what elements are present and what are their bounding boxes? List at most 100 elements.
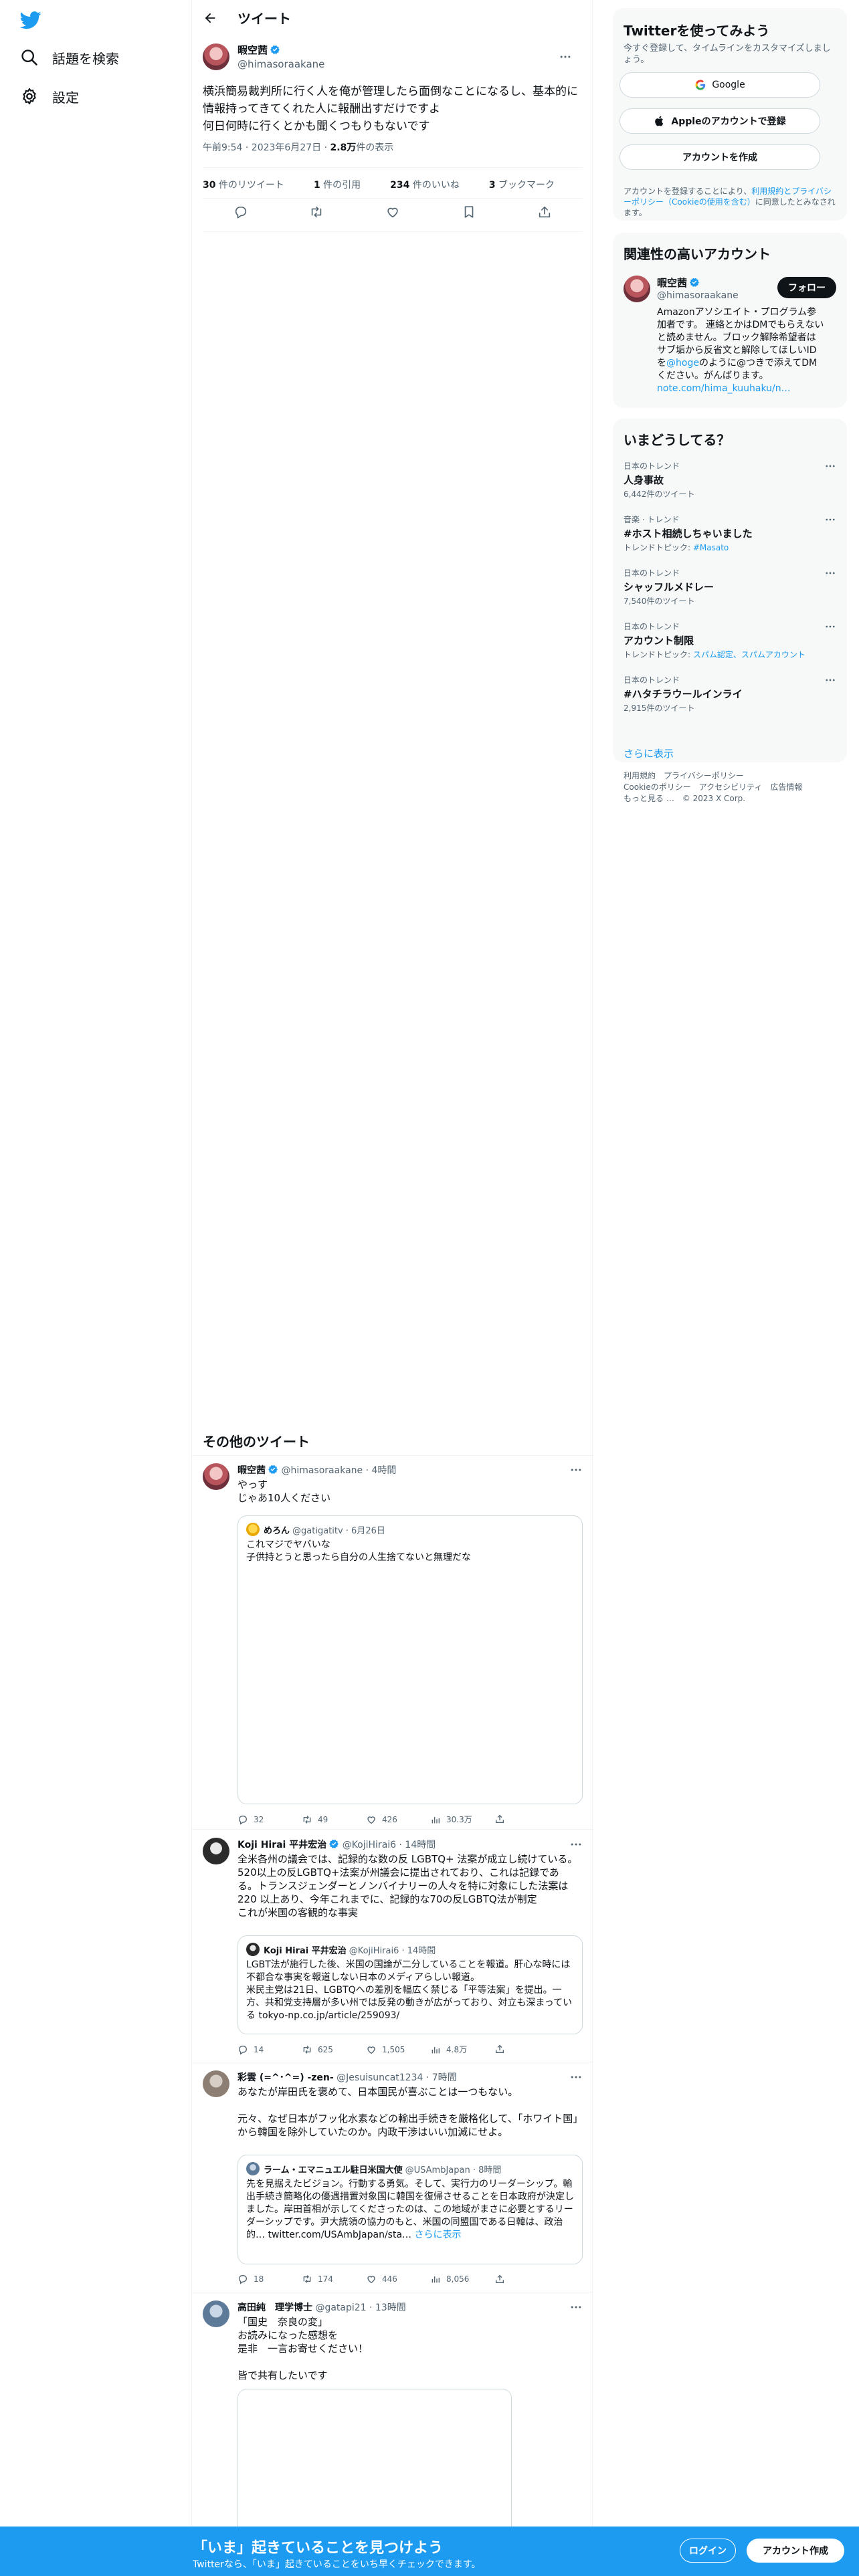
- trend-context: 日本のトレンド: [624, 675, 680, 685]
- nav-settings-label: 設定: [52, 89, 79, 106]
- tweet-time[interactable]: 午前9:54 · 2023年6月27日 ·: [203, 142, 330, 153]
- nav-settings[interactable]: 設定: [20, 82, 79, 111]
- footer-link-privacy[interactable]: プライバシーポリシー: [664, 771, 744, 780]
- share-icon[interactable]: [494, 2044, 505, 2054]
- trend-topic-prefix: トレンドトピック:: [624, 543, 693, 552]
- author-handle[interactable]: @gatapi21 · 13時間: [315, 2302, 405, 2313]
- twitter-bird-icon[interactable]: [20, 9, 41, 31]
- like-count: 426: [382, 1814, 397, 1824]
- retweet-icon: [303, 2275, 311, 2283]
- more-icon[interactable]: [824, 621, 836, 633]
- related-account-name[interactable]: 暇空茜: [657, 276, 700, 290]
- retweets-stat[interactable]: 30 件のリツイート: [203, 178, 299, 191]
- quote-header: めろん @gatigatitv · 6月26日: [246, 1523, 385, 1536]
- trend-item[interactable]: 日本のトレンド シャッフルメドレー 7,540件のツイート: [624, 567, 836, 607]
- show-more-link[interactable]: さらに表示: [414, 2230, 461, 2240]
- trend-item[interactable]: 音楽 · トレンド #ホスト相続しちゃいました トレンドトピック: #Masat…: [624, 514, 836, 553]
- trend-name: アカウント制限: [624, 635, 694, 647]
- avatar[interactable]: [203, 1463, 229, 1490]
- related-account-handle[interactable]: @himasoraakane: [657, 290, 739, 301]
- share-icon[interactable]: [494, 2274, 505, 2284]
- quotes-stat[interactable]: 1 件の引用: [314, 178, 375, 191]
- share-icon[interactable]: [494, 1814, 505, 1824]
- trend-item[interactable]: 日本のトレンド #ハタチラウールインライ 2,915件のツイート: [624, 674, 836, 714]
- retweet-icon[interactable]: [309, 205, 324, 219]
- footer-links: 利用規約 プライバシーポリシー Cookieのポリシー アクセシビリティ 広告情報 も…: [624, 770, 836, 804]
- signup-card: Twitterを使ってみよう 今すぐ登録して、タイムラインをカスタマイズしましょ…: [613, 8, 847, 221]
- likes-stat[interactable]: 234 件のいいね: [390, 178, 474, 191]
- reply-button[interactable]: 32: [237, 1814, 302, 1825]
- footer-link-more[interactable]: もっと見る …: [624, 794, 674, 803]
- more-icon[interactable]: [569, 1838, 583, 1851]
- avatar[interactable]: [624, 276, 650, 302]
- more-icon[interactable]: [824, 514, 836, 526]
- bio-mention-link[interactable]: @hoge: [666, 358, 699, 368]
- google-signup-button[interactable]: Google: [619, 72, 820, 98]
- avatar[interactable]: [203, 43, 229, 70]
- apple-signup-button[interactable]: Appleのアカウントで登録: [619, 108, 820, 134]
- reply-icon[interactable]: [233, 205, 248, 219]
- author-handle[interactable]: @himasoraakane: [237, 58, 324, 70]
- bio-url-link[interactable]: note.com/hima_kuuhaku/n…: [657, 383, 791, 394]
- more-icon[interactable]: [559, 50, 572, 64]
- author-name-link[interactable]: 暇空茜: [237, 43, 324, 57]
- footer-link-cookies[interactable]: Cookieのポリシー: [624, 782, 691, 792]
- related-account-bio: Amazonアソシエイト・プログラム参加者です。 連絡とかはDMでもらえないと読…: [657, 306, 824, 395]
- show-more-link[interactable]: さらに表示: [624, 746, 674, 760]
- footer-link-terms[interactable]: 利用規約: [624, 771, 656, 780]
- list-item[interactable]: 彩雲 (=^･^=) -zen- @Jesuisuncat1234 · 7時間 …: [192, 2062, 593, 2292]
- like-button[interactable]: 426: [366, 1814, 430, 1825]
- bookmark-icon[interactable]: [462, 205, 476, 219]
- back-arrow-icon[interactable]: [203, 11, 217, 25]
- quoted-tweet[interactable]: ラーム・エマニュエル駐日米国大使 @USAmbJapan · 8時間 先を見据えた…: [237, 2155, 583, 2264]
- author-handle[interactable]: @Jesuisuncat1234 · 7時間: [337, 2072, 457, 2083]
- copyright: © 2023 X Corp.: [682, 794, 746, 803]
- share-icon[interactable]: [537, 205, 552, 219]
- retweet-button[interactable]: 625: [302, 2044, 366, 2055]
- avatar[interactable]: [203, 2070, 229, 2097]
- more-icon[interactable]: [569, 2070, 583, 2084]
- nav-explore[interactable]: 話題を検索: [20, 43, 119, 72]
- trend-topic-link[interactable]: #Masato: [693, 543, 729, 552]
- author-name[interactable]: 彩雲 (=^･^=) -zen-: [237, 2072, 334, 2083]
- more-icon[interactable]: [824, 460, 836, 472]
- views-button[interactable]: 4.8万: [430, 2044, 494, 2055]
- list-item[interactable]: 暇空茜 @himasoraakane · 4時間 やっす じゃあ10人ください …: [192, 1455, 593, 1830]
- more-icon[interactable]: [569, 2300, 583, 2314]
- reply-button[interactable]: 18: [237, 2274, 302, 2284]
- like-button[interactable]: 446: [366, 2274, 430, 2284]
- trend-topic-link[interactable]: スパム認定、スパムアカウント: [693, 650, 805, 659]
- author-name[interactable]: Koji Hirai 平井宏治: [237, 1840, 326, 1850]
- create-account-button[interactable]: アカウントを作成: [619, 144, 820, 170]
- trend-context: 音楽 · トレンド: [624, 515, 680, 524]
- more-icon[interactable]: [824, 674, 836, 686]
- follow-button[interactable]: フォロー: [777, 277, 836, 298]
- login-button[interactable]: ログイン: [680, 2539, 736, 2563]
- trend-item[interactable]: 日本のトレンド アカウント制限 トレンドトピック: スパム認定、スパムアカウント: [624, 621, 836, 660]
- trend-item[interactable]: 日本のトレンド 人身事故 6,442件のツイート: [624, 460, 836, 500]
- author-handle[interactable]: @KojiHirai6 · 14時間: [343, 1840, 436, 1850]
- like-icon[interactable]: [385, 205, 400, 219]
- more-icon[interactable]: [569, 1463, 583, 1477]
- author-handle[interactable]: @himasoraakane · 4時間: [281, 1465, 396, 1476]
- views-button[interactable]: 30.3万: [430, 1814, 494, 1825]
- retweet-icon: [303, 2045, 311, 2054]
- list-item[interactable]: Koji Hirai 平井宏治 @KojiHirai6 · 14時間 全米各州の…: [192, 1830, 593, 2062]
- footer-link-accessibility[interactable]: アクセシビリティ: [699, 782, 763, 792]
- tweet-text: 横浜簡易裁判所に行く人を俺が管理したら面倒なことになるし、基本的に情報持ってきて…: [203, 85, 578, 133]
- footer-link-ads[interactable]: 広告情報: [770, 782, 802, 792]
- author-name[interactable]: 暇空茜: [237, 1465, 266, 1476]
- reply-button[interactable]: 14: [237, 2044, 302, 2055]
- avatar[interactable]: [203, 1838, 229, 1864]
- like-button[interactable]: 1,505: [366, 2044, 430, 2055]
- author-name[interactable]: 高田純 理学博士: [237, 2302, 312, 2313]
- bookmarks-stat[interactable]: 3 ブックマーク: [489, 178, 569, 191]
- views-button[interactable]: 8,056: [430, 2274, 494, 2284]
- quoted-tweet[interactable]: めろん @gatigatitv · 6月26日 これマジでヤバいな 子供持とうと思…: [237, 1515, 583, 1804]
- retweet-button[interactable]: 174: [302, 2274, 366, 2284]
- quoted-tweet[interactable]: Koji Hirai 平井宏治 @KojiHirai6 · 14時間 LGBT法が…: [237, 1935, 583, 2034]
- create-account-button[interactable]: アカウント作成: [747, 2539, 844, 2563]
- more-icon[interactable]: [824, 567, 836, 579]
- avatar[interactable]: [203, 2300, 229, 2327]
- retweet-button[interactable]: 49: [302, 1814, 366, 1825]
